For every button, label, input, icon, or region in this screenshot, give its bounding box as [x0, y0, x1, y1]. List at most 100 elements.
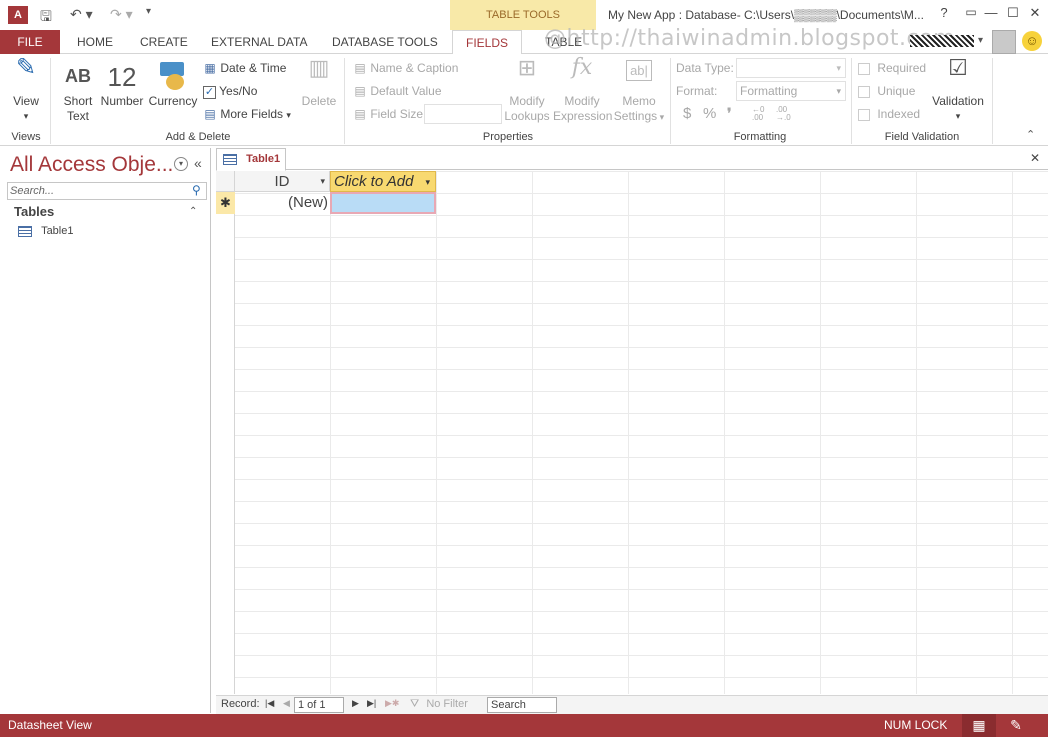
tab-home[interactable]: HOME — [77, 30, 113, 54]
group-label-properties: Properties — [482, 131, 534, 143]
required-checkbox[interactable]: Required — [858, 61, 926, 75]
datasheet-grid[interactable] — [216, 171, 1048, 694]
ribbon-display-options-icon[interactable]: ▭ — [960, 5, 982, 25]
percent-format-button[interactable]: % — [703, 105, 716, 122]
first-record-icon[interactable]: |◀ — [265, 698, 274, 709]
currency-button[interactable]: Currency — [148, 60, 198, 109]
increase-decimals-icon[interactable]: ←0.00 — [752, 106, 764, 122]
nav-item-table1[interactable]: Table1 — [18, 225, 73, 237]
field-size-input[interactable] — [424, 104, 502, 124]
unique-checkbox[interactable]: Unique — [858, 84, 915, 98]
chevron-down-icon: ▾ — [657, 112, 665, 122]
more-fields-icon: ▤ — [204, 107, 216, 121]
column-header-id[interactable]: ID ▾ — [235, 171, 330, 192]
new-record-selected-cell[interactable] — [330, 192, 436, 214]
select-all-corner[interactable] — [216, 171, 235, 192]
new-record-id-cell[interactable]: (New) — [235, 192, 330, 214]
last-record-icon[interactable]: ▶| — [367, 698, 376, 709]
grid-line — [1012, 171, 1013, 694]
status-view-text: Datasheet View — [8, 718, 92, 732]
document-tab-bar — [216, 148, 1048, 170]
undo-icon[interactable]: ↶ ▾ — [70, 6, 93, 23]
checkbox-icon — [858, 108, 870, 121]
access-logo-icon[interactable]: A — [8, 6, 28, 24]
validation-button[interactable]: ☑ Validation ▾ — [928, 57, 988, 124]
data-type-select[interactable]: ▾ — [736, 58, 846, 78]
function-fx-icon: fx — [571, 55, 593, 80]
tab-create[interactable]: CREATE — [140, 30, 188, 54]
memo-settings-button[interactable]: ab| Memo Settings ▾ — [613, 60, 665, 125]
default-value-button[interactable]: ▤ Default Value — [353, 84, 441, 98]
nav-section-tables[interactable]: Tables — [14, 204, 54, 219]
date-time-button[interactable]: ▦ Date & Time — [203, 61, 286, 75]
record-search-input[interactable]: Search — [487, 697, 557, 713]
more-fields-button[interactable]: ▤ More Fields ▾ — [203, 107, 291, 121]
nav-menu-dropdown-icon[interactable]: ▾ — [174, 157, 188, 171]
divider — [344, 58, 345, 144]
divider — [851, 58, 852, 144]
field-size-icon: ▤ — [354, 107, 366, 121]
tab-file[interactable]: FILE — [0, 30, 60, 54]
decrease-decimals-icon[interactable]: .00 →.0 — [776, 106, 791, 122]
current-record-input[interactable]: 1 of 1 — [294, 697, 344, 713]
column-header-click-to-add[interactable]: Click to Add ▾ — [330, 171, 436, 192]
short-text-button[interactable]: AB Short Text — [58, 60, 98, 124]
modify-lookups-button[interactable]: ⊞ Modify Lookups — [503, 57, 551, 124]
num-lock-indicator: NUM LOCK — [884, 718, 948, 732]
number-button[interactable]: 12 Number — [99, 60, 145, 109]
comma-format-button[interactable]: ❜ — [727, 105, 732, 122]
record-selector-column — [216, 171, 235, 694]
format-select[interactable]: Formatting ▾ — [736, 81, 846, 101]
new-record-selector[interactable]: ✱ — [216, 192, 235, 214]
tab-database-tools[interactable]: DATABASE TOOLS — [332, 30, 438, 54]
default-value-icon: ▤ — [354, 84, 366, 98]
format-label: Format: — [676, 84, 718, 98]
chevron-down-icon: ▾ — [286, 110, 291, 120]
tab-fields[interactable]: FIELDS — [452, 30, 522, 55]
design-view-icon[interactable]: ✎ — [1004, 714, 1028, 737]
number-icon: 12 — [107, 62, 137, 92]
name-caption-button[interactable]: ▤ Name & Caption — [353, 61, 458, 75]
collapse-section-icon[interactable]: ⌃ — [189, 206, 197, 217]
delete-button[interactable]: ▥ Delete — [300, 57, 338, 109]
grid-line — [724, 171, 725, 694]
feedback-smiley-icon[interactable]: ☺ — [1022, 31, 1042, 51]
indexed-checkbox[interactable]: Indexed — [858, 107, 920, 121]
field-size-label: ▤ Field Size — [354, 107, 424, 121]
user-name-redacted[interactable] — [910, 35, 974, 47]
previous-record-icon[interactable]: ◀ — [283, 698, 290, 709]
chevron-down-icon: ▾ — [836, 86, 841, 96]
new-record-icon[interactable]: ▶✱ — [385, 698, 399, 709]
search-icon[interactable]: ⚲ — [192, 183, 201, 197]
chevron-down-icon[interactable]: ▾ — [978, 35, 983, 46]
close-button[interactable]: ✕ — [1024, 5, 1046, 25]
minimize-button[interactable]: — — [980, 5, 1002, 25]
collapse-ribbon-icon[interactable]: ⌃ — [1026, 128, 1035, 141]
help-button[interactable]: ? — [933, 5, 955, 25]
chevron-down-icon: ▾ — [955, 111, 961, 121]
next-record-icon[interactable]: ▶ — [352, 698, 359, 709]
chevron-down-icon[interactable]: ▾ — [320, 171, 325, 192]
tab-external-data[interactable]: EXTERNAL DATA — [211, 30, 307, 54]
no-filter-button[interactable]: ⛛ No Filter — [410, 698, 468, 711]
view-button[interactable]: ✎ View ▾ — [6, 56, 46, 124]
customize-qat-icon[interactable]: ▾ — [146, 6, 151, 17]
nav-pane-title[interactable]: All Access Obje... — [10, 153, 173, 177]
close-document-icon[interactable]: ✕ — [1030, 151, 1040, 165]
save-icon[interactable]: 🖫 — [40, 6, 52, 30]
chevron-down-icon[interactable]: ▾ — [425, 172, 430, 192]
nav-search-input[interactable]: Search... — [7, 182, 207, 200]
grid-line — [820, 171, 821, 694]
group-label-add-delete: Add & Delete — [165, 131, 231, 143]
avatar[interactable] — [992, 30, 1016, 54]
restore-button[interactable]: ☐ — [1002, 5, 1024, 25]
redo-icon[interactable]: ↷ ▾ — [110, 6, 133, 23]
currency-format-button[interactable]: $ — [683, 105, 691, 122]
group-label-field-validation: Field Validation — [884, 131, 960, 143]
datasheet-view-icon[interactable]: ▦ — [962, 714, 996, 737]
modify-expression-button[interactable]: fx Modify Expression — [553, 55, 612, 124]
divider — [670, 58, 671, 144]
shutter-bar-close-icon[interactable]: « — [194, 155, 202, 171]
yes-no-button[interactable]: ✓ Yes/No — [203, 84, 257, 99]
document-tab-table1[interactable]: Table1 — [216, 148, 286, 171]
